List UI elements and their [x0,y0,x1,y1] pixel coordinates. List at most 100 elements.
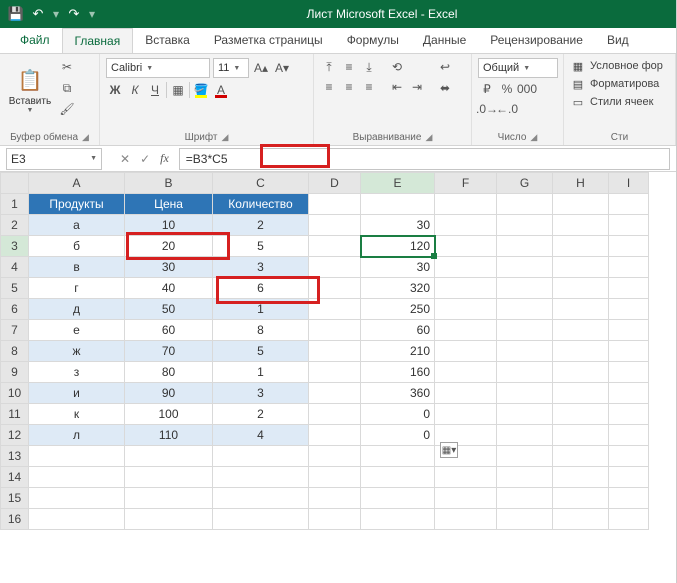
select-all-corner[interactable] [1,173,29,194]
cell[interactable]: б [29,236,125,257]
cell[interactable] [29,467,125,488]
cell[interactable] [361,509,435,530]
cut-icon[interactable]: ✂ [58,58,76,76]
cell[interactable]: 360 [361,383,435,404]
tab-formulas[interactable]: Формулы [335,28,411,53]
underline-button[interactable]: Ч [146,81,164,99]
cell[interactable] [553,278,609,299]
cell[interactable]: 100 [125,404,213,425]
cell[interactable] [497,341,553,362]
cell[interactable] [497,362,553,383]
row-header[interactable]: 12 [1,425,29,446]
cell[interactable]: 30 [125,257,213,278]
col-header-D[interactable]: D [309,173,361,194]
cell[interactable] [435,467,497,488]
cell[interactable]: 1 [213,299,309,320]
cell[interactable] [361,194,435,215]
cell[interactable]: 40 [125,278,213,299]
undo-icon[interactable]: ↶ [30,6,46,22]
col-header-H[interactable]: H [553,173,609,194]
cell[interactable]: 10 [125,215,213,236]
cell[interactable] [309,404,361,425]
row-header[interactable]: 14 [1,467,29,488]
cell[interactable] [497,320,553,341]
cell[interactable]: 4 [213,425,309,446]
decrease-indent-icon[interactable]: ⇤ [388,78,406,96]
worksheet-grid[interactable]: A B C D E F G H I 1ПродуктыЦенаКоличеств… [0,172,676,530]
row-header[interactable]: 5 [1,278,29,299]
cell[interactable] [553,215,609,236]
cell[interactable] [435,320,497,341]
cell[interactable]: 210 [361,341,435,362]
col-header-C[interactable]: C [213,173,309,194]
cell[interactable] [435,236,497,257]
cell[interactable]: з [29,362,125,383]
col-header-I[interactable]: I [609,173,649,194]
cell[interactable] [435,488,497,509]
cell[interactable] [497,299,553,320]
percent-icon[interactable]: % [498,80,516,98]
cell[interactable] [309,446,361,467]
cell[interactable] [309,299,361,320]
qat-dropdown-icon[interactable]: ▾ [52,7,60,21]
cell[interactable] [497,425,553,446]
cell[interactable] [309,509,361,530]
fx-icon[interactable]: fx [160,151,169,166]
cell[interactable]: л [29,425,125,446]
increase-font-icon[interactable]: A▴ [252,59,270,77]
col-header-A[interactable]: A [29,173,125,194]
tab-view[interactable]: Вид [595,28,641,53]
save-icon[interactable]: 💾 [8,6,24,22]
cell[interactable]: 1 [213,362,309,383]
cell[interactable]: д [29,299,125,320]
tab-insert[interactable]: Вставка [133,28,202,53]
number-format-combo[interactable]: Общий▼ [478,58,558,78]
cell[interactable] [497,509,553,530]
font-color-icon[interactable]: A [212,81,230,99]
cell[interactable] [609,383,649,404]
row-header[interactable]: 4 [1,257,29,278]
conditional-formatting-button[interactable]: ▦Условное фор [570,58,669,74]
cell[interactable]: 5 [213,341,309,362]
cell[interactable] [553,425,609,446]
row-header[interactable]: 3 [1,236,29,257]
cell[interactable] [213,509,309,530]
decrease-decimal-icon[interactable]: ←.0 [498,100,516,118]
cell[interactable]: г [29,278,125,299]
cell[interactable] [435,215,497,236]
cell[interactable] [553,320,609,341]
cell[interactable] [497,257,553,278]
cell[interactable] [435,194,497,215]
dialog-launcher-icon[interactable]: ◢ [221,132,228,143]
align-center-icon[interactable]: ≡ [340,78,358,96]
fill-color-icon[interactable]: 🪣 [192,81,210,99]
cell[interactable]: 320 [361,278,435,299]
orientation-icon[interactable]: ⟲ [388,58,406,76]
paste-button[interactable]: 📋 Вставить ▼ [6,58,54,122]
row-header[interactable]: 1 [1,194,29,215]
cell[interactable] [609,404,649,425]
cell[interactable] [435,383,497,404]
cell[interactable] [125,509,213,530]
cell[interactable] [609,341,649,362]
cell[interactable] [553,383,609,404]
cell[interactable] [553,257,609,278]
cell[interactable] [553,299,609,320]
cell[interactable] [497,467,553,488]
cell[interactable] [609,320,649,341]
cell[interactable] [609,299,649,320]
cell[interactable] [609,446,649,467]
cell[interactable] [309,341,361,362]
cell[interactable]: Продукты [29,194,125,215]
cell[interactable] [553,509,609,530]
cell[interactable]: 3 [213,257,309,278]
cell[interactable] [435,509,497,530]
align-right-icon[interactable]: ≡ [360,78,378,96]
cell[interactable] [609,362,649,383]
cell[interactable]: 30 [361,215,435,236]
cell[interactable]: 110 [125,425,213,446]
cell[interactable]: 8 [213,320,309,341]
cell[interactable]: 160 [361,362,435,383]
cell[interactable] [553,341,609,362]
cell[interactable]: 90 [125,383,213,404]
